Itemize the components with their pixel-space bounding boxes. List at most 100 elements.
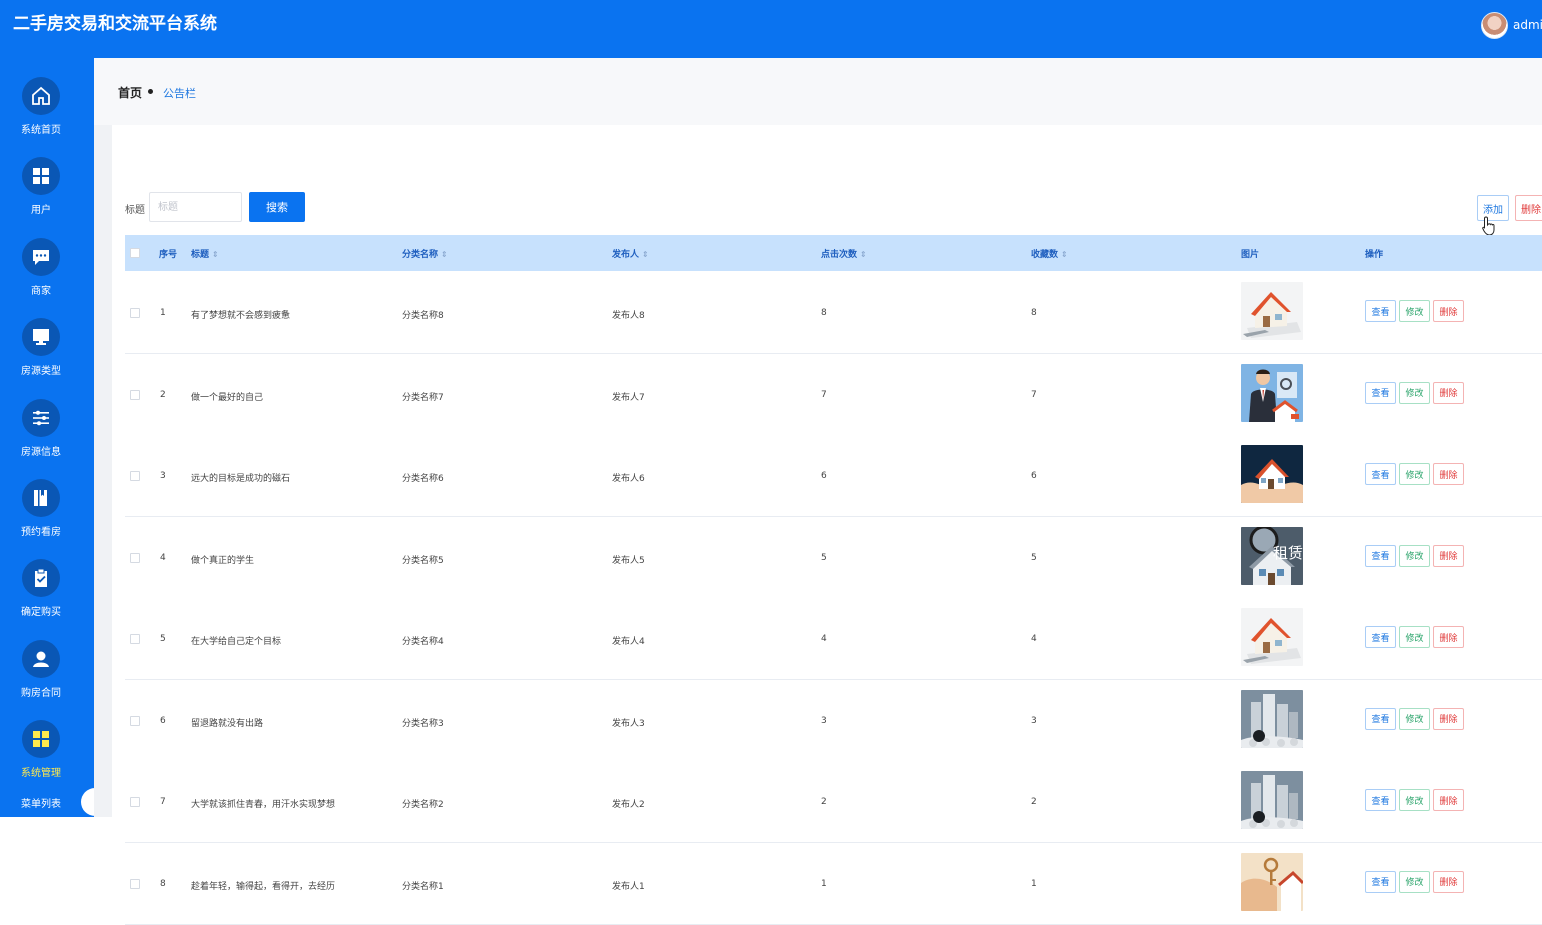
table-row[interactable]: 4 做个真正的学生 分类名称5 发布人5 5 5 租赁 查看 修改 删除: [125, 516, 1542, 599]
sort-icon[interactable]: ⇕: [441, 250, 448, 259]
breadcrumb-home[interactable]: 首页: [118, 84, 142, 101]
row-checkbox[interactable]: [130, 634, 140, 644]
column-header-title[interactable]: 标题 ⇕: [191, 247, 219, 260]
row-thumbnail-image[interactable]: [1241, 689, 1303, 748]
row-thumbnail-image[interactable]: [1241, 445, 1303, 503]
sort-icon[interactable]: ⇕: [642, 250, 649, 259]
select-all-checkbox[interactable]: [130, 248, 140, 258]
column-header-image: 图片: [1241, 250, 1260, 260]
sidebar-item-system[interactable]: 系统管理: [0, 720, 82, 800]
sidebar-item-viewing[interactable]: 预约看房: [0, 479, 82, 559]
cell-favorites: 4: [1031, 634, 1037, 644]
sidebar-item-label: 系统管理: [21, 768, 61, 779]
row-delete-button[interactable]: 删除: [1433, 544, 1464, 567]
row-checkbox[interactable]: [130, 715, 140, 726]
cell-clicks: 2: [821, 797, 827, 807]
row-thumbnail-image[interactable]: [1241, 771, 1303, 829]
row-checkbox[interactable]: [130, 552, 140, 563]
view-button[interactable]: 查看: [1365, 707, 1396, 730]
thumbnail-text: 租赁: [1273, 544, 1303, 562]
column-header-clicks[interactable]: 点击次数 ⇕: [821, 247, 867, 260]
row-checkbox[interactable]: [130, 308, 140, 318]
row-delete-button[interactable]: 删除: [1433, 626, 1464, 648]
row-checkbox[interactable]: [130, 878, 140, 889]
row-thumbnail-image[interactable]: 租赁: [1241, 526, 1303, 585]
search-button[interactable]: 搜索: [249, 192, 305, 222]
view-button[interactable]: 查看: [1365, 300, 1396, 322]
table-row[interactable]: 7 大学就该抓住青春，用汗水实现梦想 分类名称2 发布人2 2 2 查看 修改 删除: [125, 761, 1542, 843]
row-checkbox[interactable]: [130, 471, 140, 481]
sort-icon[interactable]: ⇕: [860, 250, 867, 259]
hand-cursor-icon: [1482, 216, 1495, 236]
column-header-favorites[interactable]: 收藏数 ⇕: [1031, 247, 1068, 260]
cell-title: 大学就该抓住青春，用汗水实现梦想: [191, 800, 336, 810]
edit-button[interactable]: 修改: [1399, 707, 1430, 730]
row-checkbox[interactable]: [130, 389, 140, 400]
cell-favorites: 1: [1031, 878, 1037, 889]
search-input[interactable]: [149, 192, 242, 222]
row-thumbnail-image[interactable]: [1241, 852, 1303, 911]
cell-category: 分类名称6: [402, 474, 444, 484]
table-row[interactable]: 2 做一个最好的自己 分类名称7 发布人7 7 7 查看 修改 删除: [125, 353, 1542, 436]
user-name[interactable]: admin: [1513, 18, 1542, 32]
view-button[interactable]: 查看: [1365, 789, 1396, 811]
sort-icon[interactable]: ⇕: [1061, 250, 1068, 259]
table-row[interactable]: 8 趁着年轻，输得起，看得开，去经历 分类名称1 发布人1 1 1 查看 修改 删除: [125, 842, 1542, 925]
row-thumbnail-image[interactable]: [1241, 363, 1303, 422]
cell-publisher: 发布人7: [612, 392, 645, 403]
table-row[interactable]: 5 在大学给自己定个目标 分类名称4 发布人4 4 4 查看 修改 删除: [125, 598, 1542, 680]
cell-clicks: 5: [821, 552, 827, 563]
view-button[interactable]: 查看: [1365, 463, 1396, 485]
cell-title: 留退路就没有出路: [191, 718, 264, 729]
sidebar-item-home[interactable]: 系统首页: [0, 77, 82, 157]
cell-category: 分类名称1: [402, 881, 444, 892]
sidebar-item-merchants[interactable]: 商家: [0, 238, 82, 318]
row-delete-button[interactable]: 删除: [1433, 300, 1464, 322]
table-row[interactable]: 3 远大的目标是成功的磁石 分类名称6 发布人6 6 6 查看 修改 删除: [125, 435, 1542, 517]
cell-favorites: 6: [1031, 471, 1037, 481]
user-icon: [22, 640, 60, 678]
sidebar-item-users[interactable]: 用户: [0, 157, 82, 237]
view-button[interactable]: 查看: [1365, 870, 1396, 893]
view-button[interactable]: 查看: [1365, 544, 1396, 567]
table-row[interactable]: 6 留退路就没有出路 分类名称3 发布人3 3 3 查看 修改 删除: [125, 679, 1542, 762]
column-header-actions: 操作: [1365, 250, 1384, 260]
edit-button[interactable]: 修改: [1399, 463, 1430, 485]
sidebar-item-house-info[interactable]: 房源信息: [0, 399, 82, 479]
row-delete-button[interactable]: 删除: [1433, 789, 1464, 811]
cell-favorites: 5: [1031, 552, 1037, 563]
avatar[interactable]: [1481, 12, 1508, 39]
column-header-publisher[interactable]: 发布人 ⇕: [612, 247, 649, 260]
view-button[interactable]: 查看: [1365, 626, 1396, 648]
edit-button[interactable]: 修改: [1399, 544, 1430, 567]
column-header-category[interactable]: 分类名称 ⇕: [402, 247, 448, 260]
delete-button[interactable]: 删除: [1515, 195, 1542, 221]
cell-publisher: 发布人2: [612, 800, 645, 810]
cell-index: 6: [160, 715, 166, 726]
sidebar-item-house-types[interactable]: 房源类型: [0, 318, 82, 398]
edit-button[interactable]: 修改: [1399, 381, 1430, 404]
column-header-label: 发布人: [612, 250, 640, 260]
view-button[interactable]: 查看: [1365, 381, 1396, 404]
row-checkbox[interactable]: [130, 797, 140, 807]
edit-button[interactable]: 修改: [1399, 870, 1430, 893]
table-row[interactable]: 1 有了梦想就不会感到疲惫 分类名称8 发布人8 8 8 查看 修改 删除: [125, 272, 1542, 354]
row-delete-button[interactable]: 删除: [1433, 870, 1464, 893]
edit-button[interactable]: 修改: [1399, 300, 1430, 322]
cell-favorites: 7: [1031, 389, 1037, 400]
column-header-label: 标题: [191, 250, 210, 260]
edit-button[interactable]: 修改: [1399, 626, 1430, 648]
row-delete-button[interactable]: 删除: [1433, 463, 1464, 485]
sidebar-item-contract[interactable]: 购房合同: [0, 640, 82, 720]
row-delete-button[interactable]: 删除: [1433, 381, 1464, 404]
sidebar-item-purchase[interactable]: 确定购买: [0, 559, 82, 639]
sort-icon[interactable]: ⇕: [212, 250, 219, 259]
chat-icon: [22, 238, 60, 276]
row-thumbnail-image[interactable]: [1241, 282, 1303, 340]
search-label: 标题: [125, 205, 145, 216]
sidebar-subitem-menu-list[interactable]: 菜单列表: [0, 795, 82, 810]
edit-button[interactable]: 修改: [1399, 789, 1430, 811]
cell-favorites: 3: [1031, 715, 1037, 726]
row-delete-button[interactable]: 删除: [1433, 707, 1464, 730]
row-thumbnail-image[interactable]: [1241, 608, 1303, 666]
